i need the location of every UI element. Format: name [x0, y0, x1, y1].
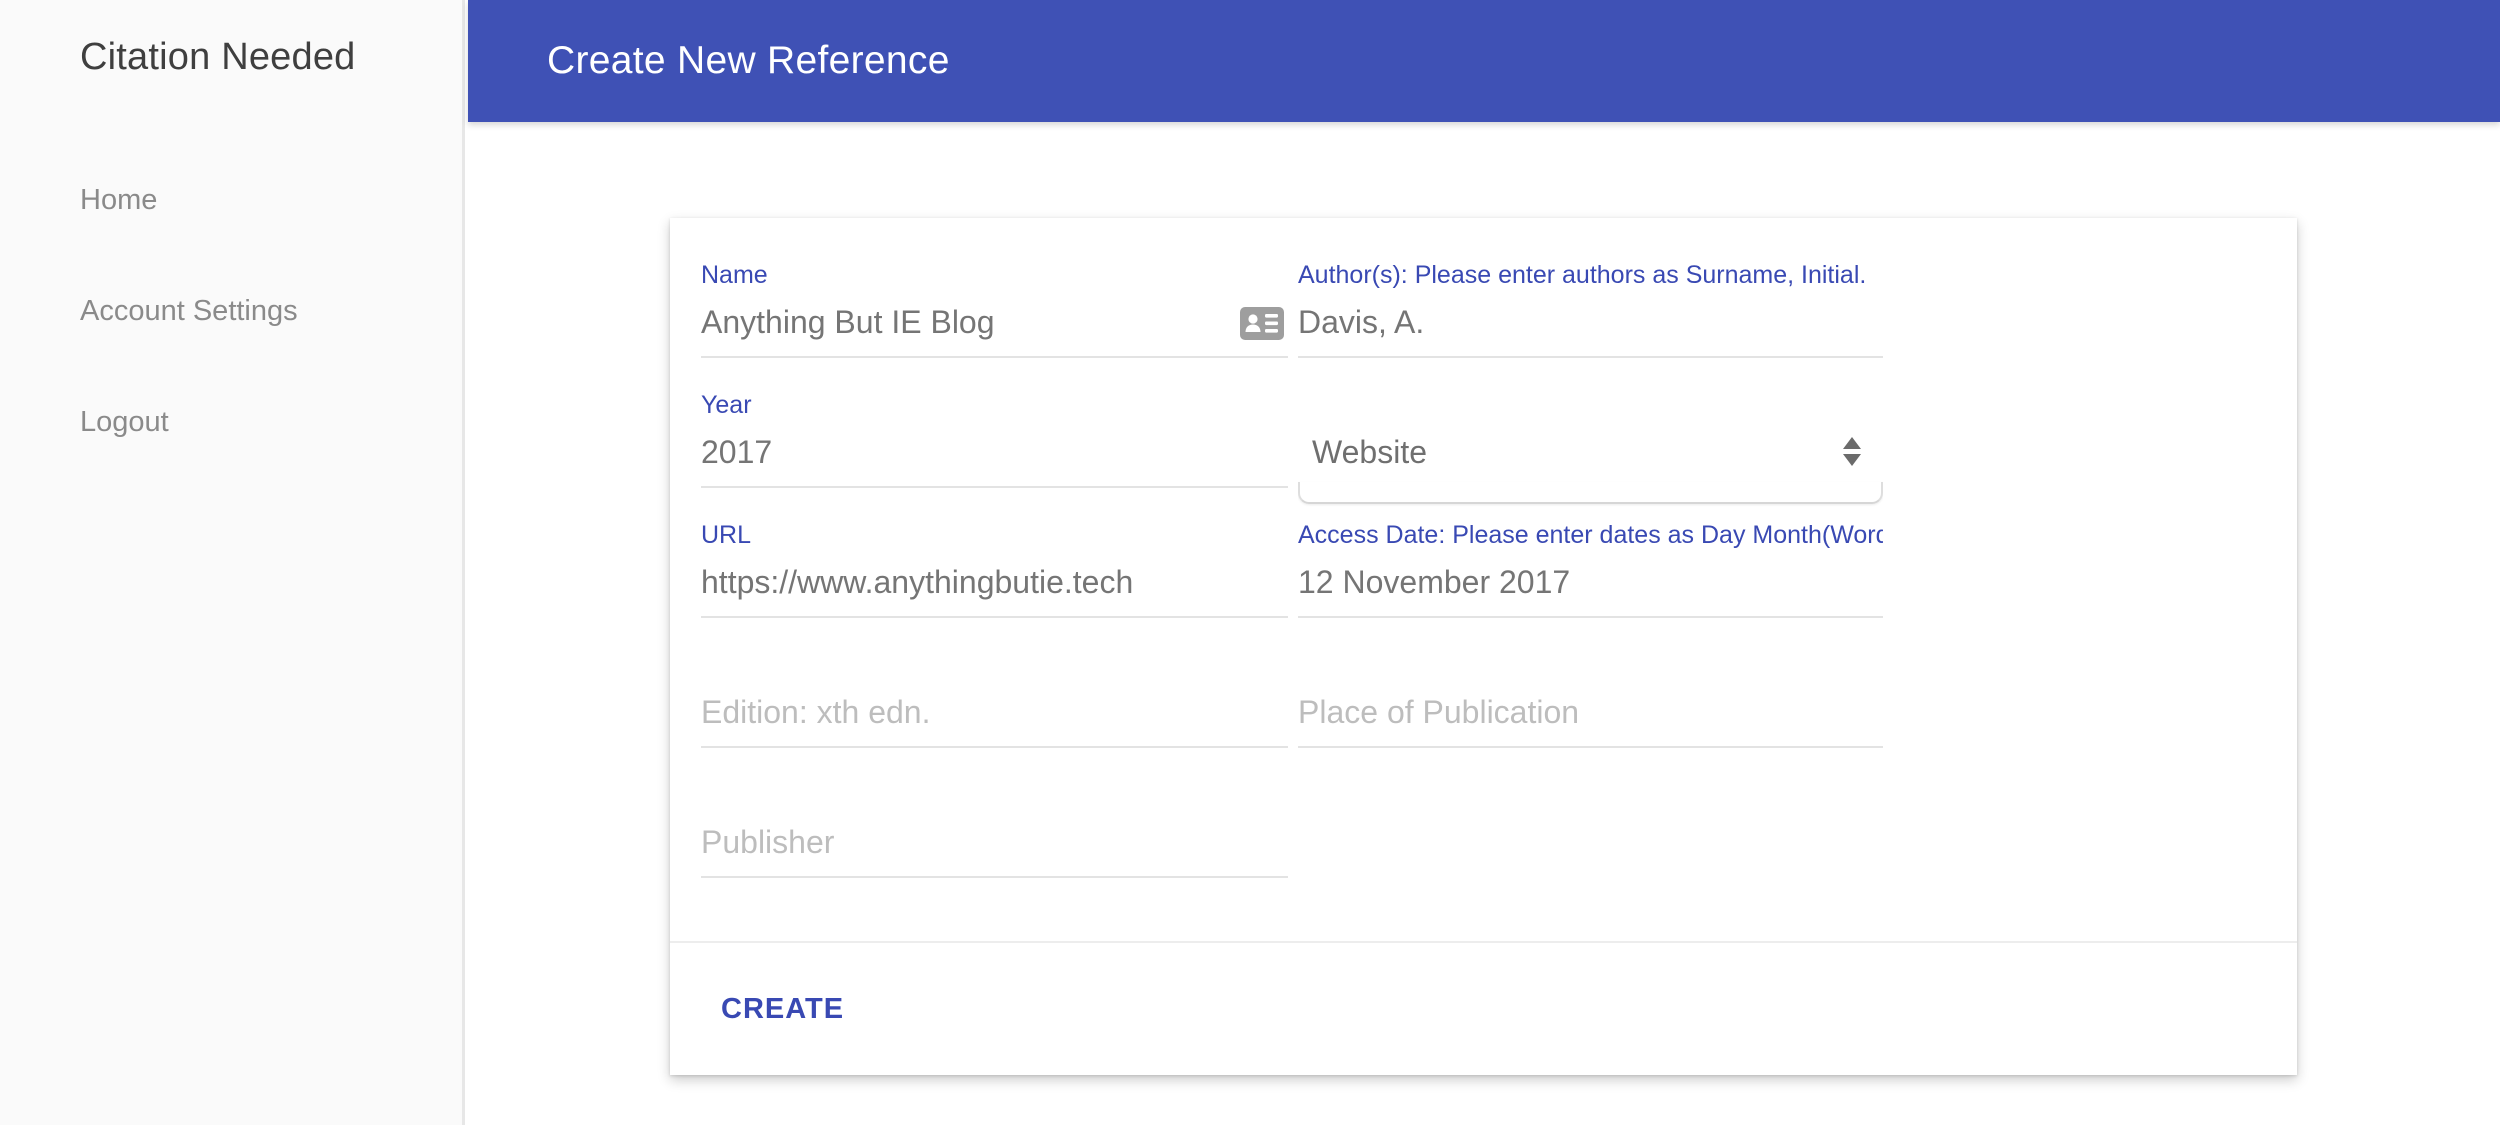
card-footer: CREATE [670, 941, 2297, 1075]
place-label-spacer [1298, 650, 1883, 687]
reference-type-value: Website [1312, 434, 1428, 470]
edition-label-spacer [701, 650, 1288, 687]
create-button[interactable]: CREATE [721, 993, 844, 1026]
reference-type-field: Website [1298, 390, 1883, 520]
sidebar-item-logout[interactable]: Logout [80, 407, 462, 438]
reference-form: Name Author(s): Please enter authors as … [670, 218, 2297, 941]
authors-field: Author(s): Please enter authors as Surna… [1298, 260, 1883, 390]
app-title: Citation Needed [80, 36, 356, 78]
reference-type-select[interactable]: Website [1298, 427, 1883, 520]
page-header: Create New Reference [468, 0, 2500, 122]
edition-input[interactable] [701, 687, 1288, 748]
arrow-down-icon [1843, 454, 1861, 466]
select-border [1298, 482, 1883, 504]
name-label: Name [701, 261, 768, 289]
page-title: Create New Reference [547, 39, 950, 82]
access-date-label: Access Date: Please enter dates as Day M… [1298, 521, 1883, 549]
url-input[interactable] [701, 557, 1288, 618]
year-label: Year [701, 391, 752, 419]
arrow-up-icon [1843, 437, 1861, 449]
publisher-input[interactable] [701, 817, 1288, 878]
authors-label: Author(s): Please enter authors as Surna… [1298, 261, 1867, 289]
year-field: Year [701, 390, 1288, 520]
name-input[interactable] [701, 297, 1288, 358]
publisher-label-spacer [701, 780, 1288, 817]
access-date-input[interactable] [1298, 557, 1883, 618]
contact-card-icon[interactable] [1240, 307, 1284, 340]
url-field: URL [701, 520, 1288, 650]
empty-cell [1298, 780, 1883, 910]
sidebar-item-home[interactable]: Home [80, 185, 462, 216]
edition-field [701, 650, 1288, 780]
publisher-field [701, 780, 1288, 910]
name-field: Name [701, 260, 1288, 390]
reference-form-card: Name Author(s): Please enter authors as … [670, 218, 2297, 1075]
sidebar: Citation Needed Home Account Settings Lo… [0, 0, 465, 1125]
authors-input[interactable] [1298, 297, 1883, 358]
sidebar-item-account-settings[interactable]: Account Settings [80, 296, 462, 327]
sidebar-nav: Home Account Settings Logout [0, 185, 462, 438]
place-of-publication-input[interactable] [1298, 687, 1883, 748]
place-of-publication-field [1298, 650, 1883, 780]
select-spinner-icon [1843, 437, 1861, 466]
access-date-field: Access Date: Please enter dates as Day M… [1298, 520, 1883, 650]
url-label: URL [701, 521, 752, 549]
year-input[interactable] [701, 427, 1288, 488]
